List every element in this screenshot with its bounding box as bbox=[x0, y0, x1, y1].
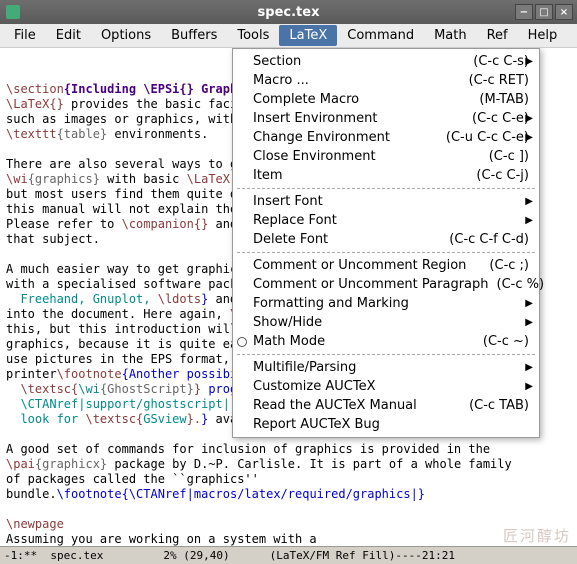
modeline: -1:** spec.tex 2% (29,40) (LaTeX/FM Ref … bbox=[0, 546, 577, 564]
menu-item-label: Change Environment bbox=[253, 130, 438, 145]
menu-item-label: Read the AUCTeX Manual bbox=[253, 398, 461, 413]
menu-options[interactable]: Options bbox=[91, 25, 161, 46]
menu-item-report-auctex-bug[interactable]: Report AUCTeX Bug bbox=[233, 415, 539, 434]
menu-item-item[interactable]: Item (C-c C-j) bbox=[233, 166, 539, 185]
menu-item-label: Formatting and Marking bbox=[253, 296, 529, 311]
menu-item-label: Macro ... bbox=[253, 73, 461, 88]
maximize-button[interactable]: □ bbox=[535, 4, 553, 20]
menu-item-label: Section bbox=[253, 54, 465, 69]
menu-item-comment-or-uncomment-paragraph[interactable]: Comment or Uncomment Paragraph(C-c %) bbox=[233, 275, 539, 294]
menu-file[interactable]: File bbox=[4, 25, 46, 46]
menubar: FileEditOptionsBuffersToolsLaTeXCommandM… bbox=[0, 24, 577, 48]
menu-item-shortcut: (C-c RET) bbox=[469, 73, 529, 88]
menu-separator bbox=[237, 354, 535, 355]
menu-item-label: Comment or Uncomment Region bbox=[253, 258, 481, 273]
editor-line[interactable] bbox=[6, 502, 571, 517]
menu-item-label: Complete Macro bbox=[253, 92, 471, 107]
menu-item-label: Customize AUCTeX bbox=[253, 379, 529, 394]
modeline-time: ----21:21 bbox=[395, 548, 455, 563]
menu-item-shortcut: (C-c C-e) bbox=[472, 111, 529, 126]
menu-item-label: Math Mode bbox=[253, 334, 475, 349]
menu-separator bbox=[237, 252, 535, 253]
menu-item-label: Replace Font bbox=[253, 213, 529, 228]
menu-item-shortcut: (C-c C-f C-d) bbox=[449, 232, 529, 247]
window-title: spec.tex bbox=[258, 5, 320, 20]
menu-item-shortcut: (M-TAB) bbox=[479, 92, 529, 107]
editor-line[interactable]: of packages called the ``graphics'' bbox=[6, 472, 571, 487]
submenu-arrow-icon: ▶ bbox=[525, 360, 533, 375]
menu-item-label: Insert Font bbox=[253, 194, 529, 209]
modeline-buffer: -1:** spec.tex bbox=[4, 548, 103, 563]
submenu-arrow-icon: ▶ bbox=[525, 54, 533, 69]
menu-item-comment-or-uncomment-region[interactable]: Comment or Uncomment Region (C-c ;) bbox=[233, 256, 539, 275]
menu-item-label: Report AUCTeX Bug bbox=[253, 417, 529, 432]
editor-line[interactable]: A good set of commands for inclusion of … bbox=[6, 442, 571, 457]
submenu-arrow-icon: ▶ bbox=[525, 213, 533, 228]
menu-help[interactable]: Help bbox=[518, 25, 568, 46]
menu-item-delete-font[interactable]: Delete Font (C-c C-f C-d) bbox=[233, 230, 539, 249]
editor-line[interactable]: \pai{graphicx} package by D.~P. Carlisle… bbox=[6, 457, 571, 472]
menu-item-label: Insert Environment bbox=[253, 111, 464, 126]
menu-item-shortcut: (C-c ]) bbox=[489, 149, 529, 164]
menu-item-label: Show/Hide bbox=[253, 315, 529, 330]
menu-item-shortcut: (C-c ~) bbox=[483, 334, 529, 349]
submenu-arrow-icon: ▶ bbox=[525, 111, 533, 126]
modeline-mode: (LaTeX/FM Ref Fill) bbox=[270, 548, 396, 563]
menu-item-shortcut: (C-c C-j) bbox=[476, 168, 529, 183]
menu-item-shortcut: (C-c %) bbox=[497, 277, 545, 292]
menu-item-complete-macro[interactable]: Complete Macro (M-TAB) bbox=[233, 90, 539, 109]
menu-item-show-hide[interactable]: Show/Hide▶ bbox=[233, 313, 539, 332]
menu-edit[interactable]: Edit bbox=[46, 25, 91, 46]
menu-tools[interactable]: Tools bbox=[227, 25, 279, 46]
titlebar[interactable]: spec.tex − □ × bbox=[0, 0, 577, 24]
menu-command[interactable]: Command bbox=[337, 25, 424, 46]
menu-latex[interactable]: LaTeX bbox=[279, 25, 337, 46]
submenu-arrow-icon: ▶ bbox=[525, 194, 533, 209]
latex-menu-dropdown: Section(C-c C-s)▶Macro ...(C-c RET)Compl… bbox=[232, 48, 540, 438]
menu-item-shortcut: (C-c TAB) bbox=[469, 398, 529, 413]
menu-buffers[interactable]: Buffers bbox=[161, 25, 227, 46]
menu-ref[interactable]: Ref bbox=[477, 25, 518, 46]
editor-line[interactable]: \newpage bbox=[6, 517, 571, 532]
menu-item-formatting-and-marking[interactable]: Formatting and Marking▶ bbox=[233, 294, 539, 313]
close-button[interactable]: × bbox=[555, 4, 573, 20]
menu-item-insert-font[interactable]: Insert Font▶ bbox=[233, 192, 539, 211]
radio-icon bbox=[237, 337, 247, 347]
menu-item-math-mode[interactable]: Math Mode (C-c ~) bbox=[233, 332, 539, 351]
menu-separator bbox=[237, 188, 535, 189]
menu-item-read-the-auctex-manual[interactable]: Read the AUCTeX Manual (C-c TAB) bbox=[233, 396, 539, 415]
submenu-arrow-icon: ▶ bbox=[525, 315, 533, 330]
editor-line[interactable]: Assuming you are working on a system wit… bbox=[6, 532, 571, 547]
menu-item-change-environment[interactable]: Change Environment (C-u C-c C-e)▶ bbox=[233, 128, 539, 147]
editor-line[interactable]: bundle.\footnote{\CTANref|macros/latex/r… bbox=[6, 487, 571, 502]
minimize-button[interactable]: − bbox=[515, 4, 533, 20]
menu-item-macro[interactable]: Macro ... (C-c RET) bbox=[233, 71, 539, 90]
menu-item-shortcut: (C-c C-s) bbox=[473, 54, 529, 69]
menu-item-multifile-parsing[interactable]: Multifile/Parsing▶ bbox=[233, 358, 539, 377]
menu-item-section[interactable]: Section (C-c C-s)▶ bbox=[233, 52, 539, 71]
menu-item-label: Delete Font bbox=[253, 232, 441, 247]
menu-item-replace-font[interactable]: Replace Font▶ bbox=[233, 211, 539, 230]
menu-item-label: Comment or Uncomment Paragraph bbox=[253, 277, 489, 292]
submenu-arrow-icon: ▶ bbox=[525, 296, 533, 311]
menu-item-shortcut: (C-u C-c C-e) bbox=[446, 130, 529, 145]
menu-item-insert-environment[interactable]: Insert Environment (C-c C-e)▶ bbox=[233, 109, 539, 128]
modeline-position: 2% (29,40) bbox=[163, 548, 229, 563]
menu-item-label: Item bbox=[253, 168, 468, 183]
menu-item-close-environment[interactable]: Close Environment (C-c ]) bbox=[233, 147, 539, 166]
menu-item-shortcut: (C-c ;) bbox=[489, 258, 529, 273]
submenu-arrow-icon: ▶ bbox=[525, 379, 533, 394]
menu-item-label: Multifile/Parsing bbox=[253, 360, 529, 375]
menu-item-customize-auctex[interactable]: Customize AUCTeX▶ bbox=[233, 377, 539, 396]
editor[interactable]: \section{Including \EPSi{} Graphics}\LaT… bbox=[0, 48, 577, 564]
menu-item-label: Close Environment bbox=[253, 149, 481, 164]
menu-math[interactable]: Math bbox=[424, 25, 477, 46]
app-icon bbox=[6, 5, 20, 19]
submenu-arrow-icon: ▶ bbox=[525, 130, 533, 145]
